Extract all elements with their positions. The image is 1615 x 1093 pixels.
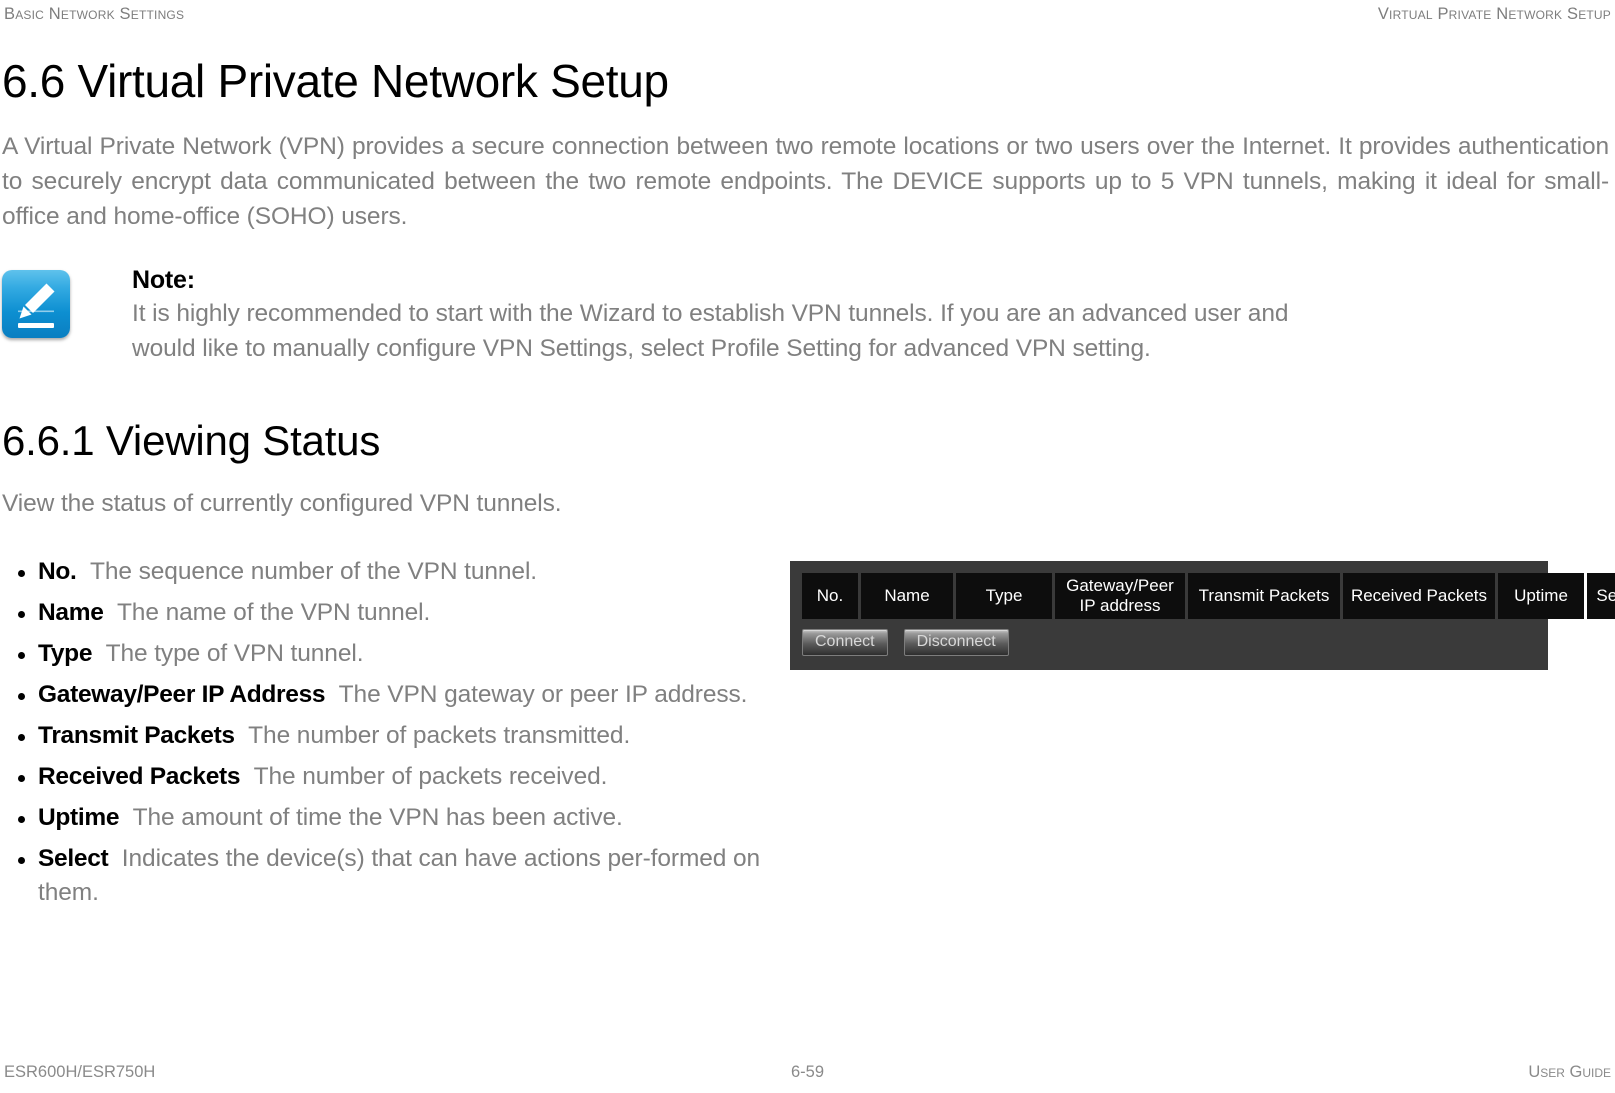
list-item-term: Select	[38, 844, 109, 872]
bullet-column: No. The sequence number of the VPN tunne…	[0, 555, 790, 917]
section-title: 6.6 Virtual Private Network Setup	[2, 55, 669, 107]
status-table-column-header: Name	[861, 572, 953, 619]
list-item-description: The number of packets transmitted.	[234, 721, 631, 749]
vpn-status-screenshot: No. Name Type Gateway/Peer IP address Transm…	[790, 560, 1615, 670]
running-header-left: Basic Network Settings	[4, 4, 185, 23]
list-item-term: Uptime	[38, 803, 120, 831]
list-item-description: The type of VPN tunnel.	[92, 639, 364, 667]
status-table-column-header: Transmit Packets	[1188, 572, 1340, 619]
footer-page-number: 6-59	[790, 1062, 825, 1081]
status-table-column-header: Type	[956, 572, 1052, 619]
list-item-term: Gateway/Peer IP Address	[38, 680, 326, 708]
status-table-column-header: Gateway/Peer IP address	[1055, 572, 1185, 619]
field-description-list: No. The sequence number of the VPN tunne…	[0, 555, 790, 910]
list-item-description: The name of the VPN tunnel.	[103, 598, 431, 626]
subsection-intro-paragraph: View the status of currently configured …	[2, 489, 562, 517]
running-header-right: Virtual Private Network Setup	[1377, 4, 1611, 23]
list-item: Name The name of the VPN tunnel.	[0, 596, 798, 630]
subsection-title: 6.6.1 Viewing Status	[2, 416, 381, 464]
footer-doc-type: User Guide	[1528, 1062, 1611, 1081]
list-item-term: Received Packets	[38, 762, 241, 790]
list-item: Gateway/Peer IP Address The VPN gateway …	[0, 678, 798, 712]
list-item: Uptime The amount of time the VPN has be…	[0, 801, 798, 835]
status-table-column-header: Select	[1587, 572, 1615, 619]
list-item: Type The type of VPN tunnel.	[0, 637, 798, 671]
list-item-description: The VPN gateway or peer IP address.	[325, 680, 748, 708]
status-table-column-header: No.	[802, 572, 858, 619]
connect-button[interactable]: Connect	[802, 628, 888, 656]
disconnect-button[interactable]: Disconnect	[903, 628, 1009, 656]
footer-model: ESR600H/ESR750H	[4, 1062, 156, 1081]
note-pencil-icon	[2, 269, 70, 338]
list-item-term: No.	[38, 557, 77, 585]
running-footer: ESR600H/ESR750H 6-59 User Guide	[0, 1059, 1615, 1085]
list-item-term: Transmit Packets	[38, 721, 235, 749]
page-content: 6.6 Virtual Private Network Setup A Virt…	[0, 26, 1615, 917]
note-body: It is highly recommended to start with t…	[132, 299, 1289, 362]
list-item: Select Indicates the device(s) that can …	[0, 842, 798, 910]
screenshot-column: No. Name Type Gateway/Peer IP address Transm…	[790, 555, 1615, 670]
note-label: Note:	[132, 265, 195, 294]
status-table-column-header: Uptime	[1498, 572, 1584, 619]
list-item: No. The sequence number of the VPN tunne…	[0, 555, 798, 589]
list-item-description: The number of packets received.	[240, 762, 608, 790]
section-intro-paragraph: A Virtual Private Network (VPN) provides…	[2, 132, 1609, 230]
status-table-column-header: Received Packets	[1343, 572, 1495, 619]
list-item-term: Type	[38, 639, 93, 667]
note-text-block: Note: It is highly recommended to start …	[88, 264, 1312, 366]
list-item-term: Name	[38, 598, 104, 626]
list-item-description: The amount of time the VPN has been acti…	[119, 803, 623, 831]
running-header: Basic Network Settings Virtual Private N…	[0, 0, 1615, 26]
list-item: Received Packets The number of packets r…	[0, 760, 798, 794]
list-item-description: The sequence number of the VPN tunnel.	[76, 557, 538, 585]
note-box: Note: It is highly recommended to start …	[2, 264, 1615, 366]
list-item: Transmit Packets The number of packets t…	[0, 719, 798, 753]
list-item-description: Indicates the device(s) that can have ac…	[38, 844, 761, 906]
status-table-header-row: No. Name Type Gateway/Peer IP address Transm…	[802, 572, 1615, 619]
status-table-actions: Connect Disconnect	[802, 628, 1548, 656]
content-columns: No. The sequence number of the VPN tunne…	[0, 555, 1615, 917]
